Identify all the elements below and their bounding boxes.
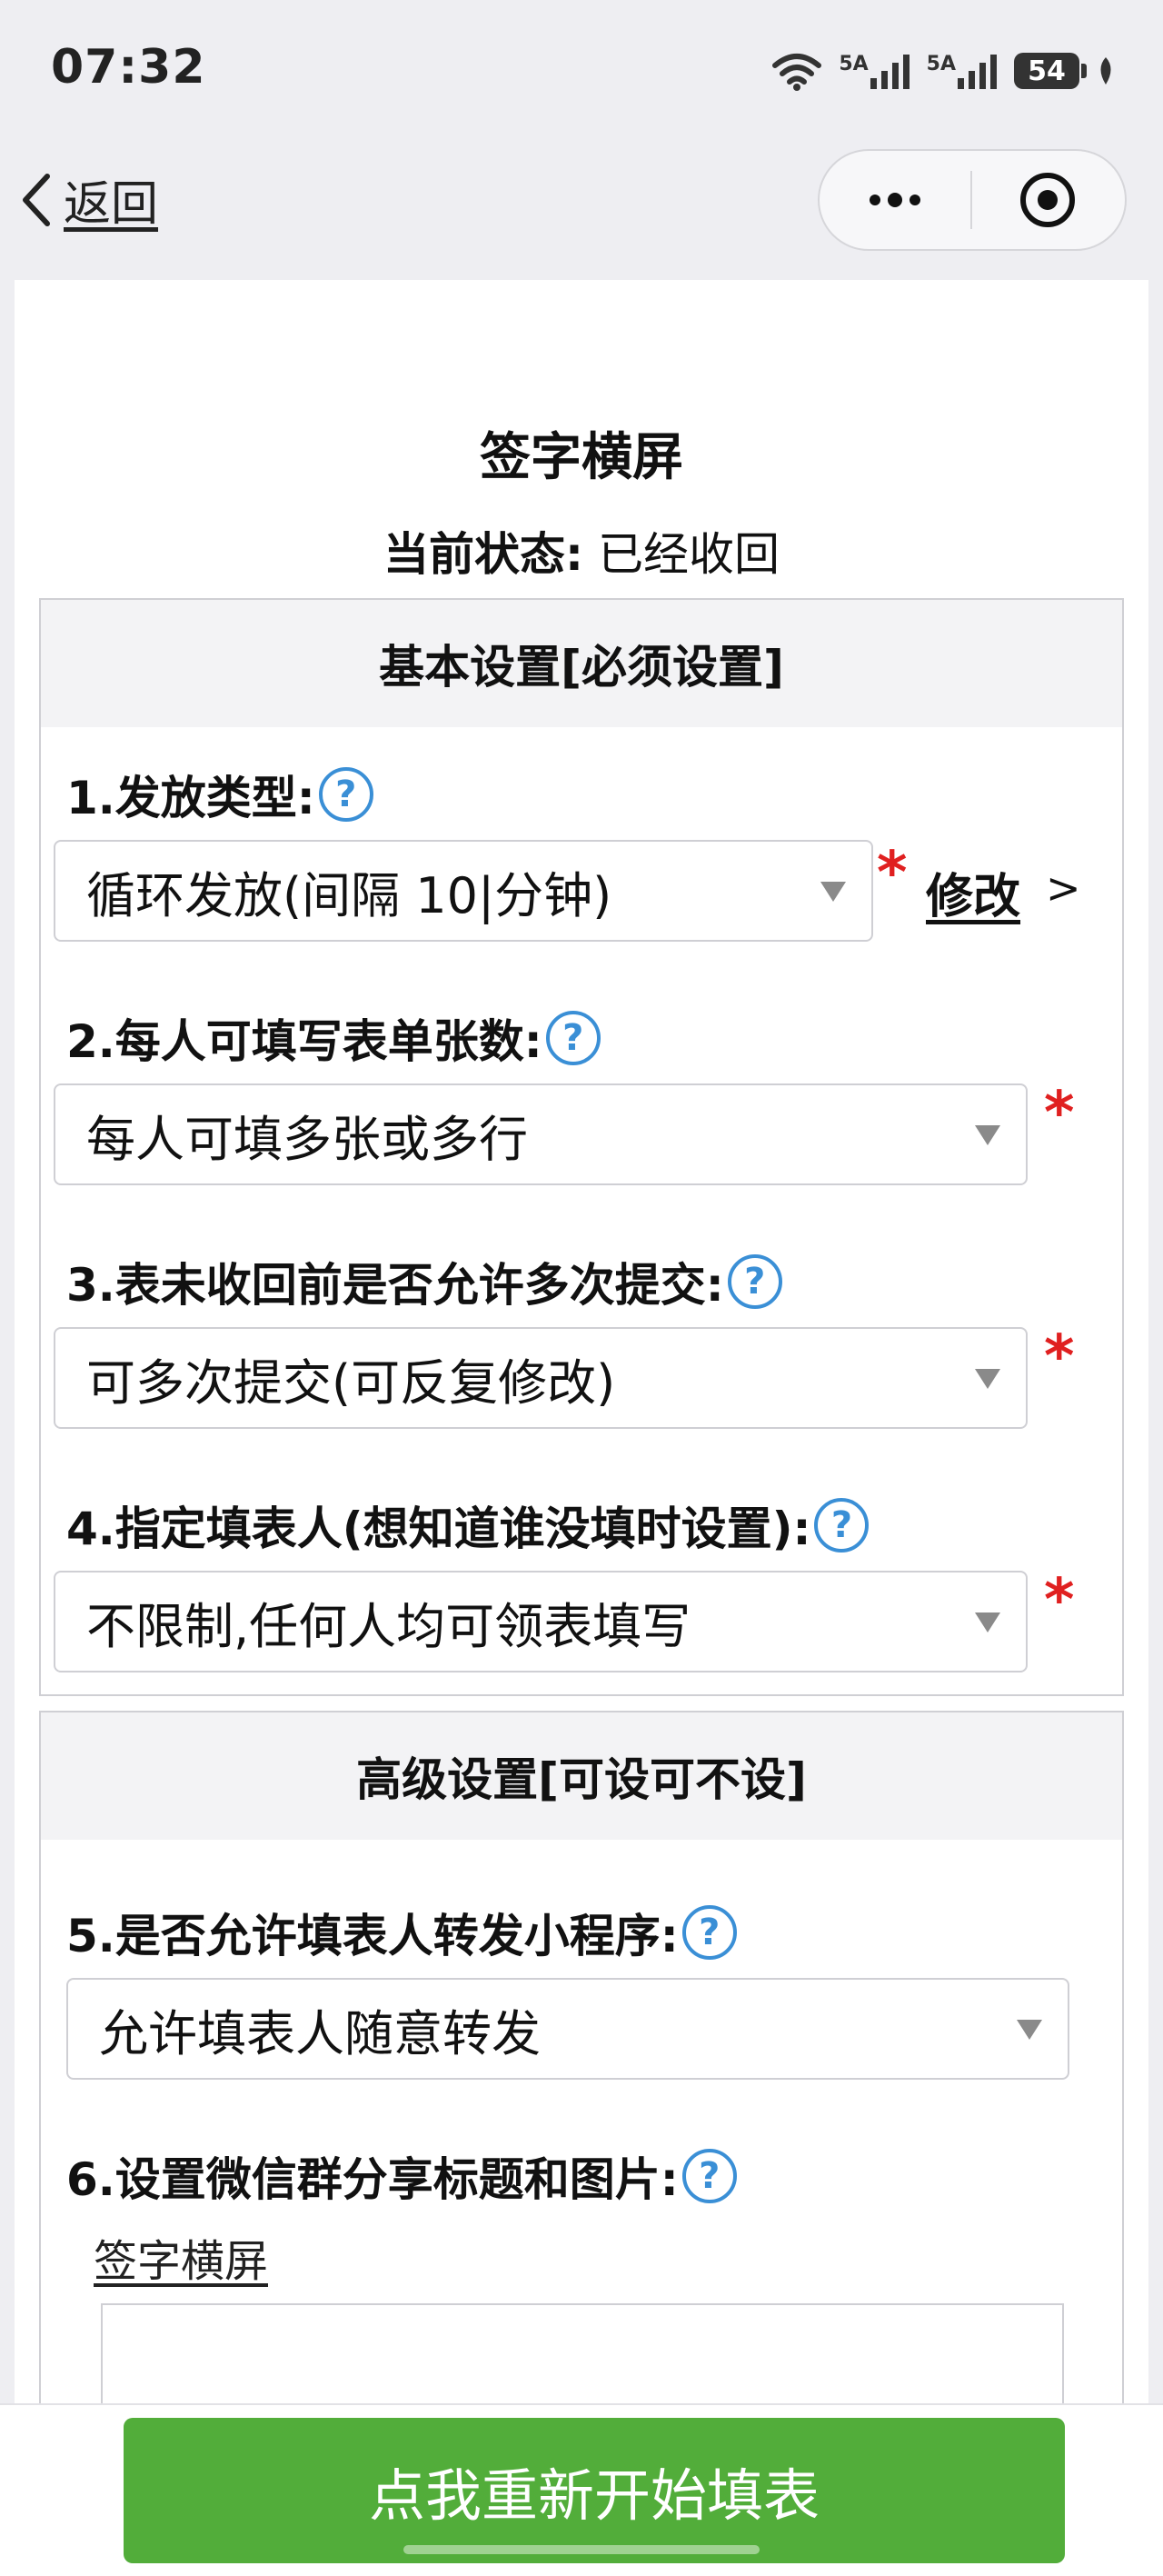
designated-filler-value: 不限制,任何人均可领表填写 [86,1597,691,1655]
status-icons: 5A 5A 54 [771,44,1116,98]
help-icon[interactable]: ? [545,1011,601,1065]
multiple-submit-value: 可多次提交(可反复修改) [86,1353,616,1412]
dropdown-arrow-icon [975,1369,1000,1389]
share-image-box[interactable] [101,2303,1064,2412]
miniprogram-capsule [818,149,1127,251]
network-type-2: 5A [926,53,956,75]
bottom-action-bar: 点我重新开始填表 [0,2403,1163,2576]
q6-label: 6.设置微信群分享标题和图片: ? [66,2143,737,2209]
chevron-left-icon [23,173,50,226]
q4-label-text: 4.指定填表人(想知道谁没填时设置): [66,1503,811,1555]
q1-label: 1.发放类型: ? [66,762,373,827]
back-label: 返回 [64,177,159,232]
help-icon[interactable]: ? [727,1254,782,1309]
battery-icon: 54 [1014,53,1087,89]
modify-link[interactable]: 修改 [926,858,1020,926]
modify-arrow: > [1046,864,1081,913]
status-value: 已经收回 [597,528,780,581]
forms-per-person-select[interactable]: 每人可填多张或多行 [54,1083,1028,1185]
required-marker: * [1044,1080,1075,1147]
wifi-icon [772,54,822,91]
q2-label-text: 2.每人可填写表单张数: [66,1015,542,1068]
dropdown-arrow-icon [975,1612,1000,1632]
help-icon[interactable]: ? [681,2149,737,2203]
signal-2-icon: 5A [927,53,998,89]
restart-form-button[interactable]: 点我重新开始填表 [124,2418,1065,2563]
distribution-type-value: 循环发放(间隔 10|分钟) [86,866,612,924]
q2-label: 2.每人可填写表单张数: ? [66,1005,601,1071]
back-button[interactable]: 返回 [18,165,158,234]
close-miniprogram-button[interactable] [972,151,1123,249]
page-title: 签字横屏 [480,428,683,487]
required-marker: * [877,840,908,907]
dropdown-arrow-icon [975,1125,1000,1145]
forward-permission-value: 允许填表人随意转发 [99,2004,541,2062]
help-icon[interactable]: ? [318,767,373,822]
status-time: 07:32 [51,40,206,95]
basic-settings-header: 基本设置[必须设置] [41,600,1122,727]
network-type-1: 5A [839,53,869,75]
q6-label-text: 6.设置微信群分享标题和图片: [66,2153,679,2206]
more-dots-icon [870,193,920,207]
forms-per-person-value: 每人可填多张或多行 [86,1110,528,1168]
target-icon [1020,173,1075,227]
q5-label-text: 5.是否允许填表人转发小程序: [66,1910,679,1962]
q3-label: 3.表未收回前是否允许多次提交: ? [66,1249,782,1314]
designated-filler-select[interactable]: 不限制,任何人均可领表填写 [54,1571,1028,1672]
form-settings-card: 签字横屏 当前状态: 已经收回 基本设置[必须设置] 1.发放类型: ? 循环发… [15,280,1148,2529]
home-indicator [403,2545,760,2554]
q4-label: 4.指定填表人(想知道谁没填时设置): ? [66,1493,870,1558]
basic-settings-section: 基本设置[必须设置] 1.发放类型: ? 循环发放(间隔 10|分钟) * 修改… [39,598,1124,1696]
dropdown-arrow-icon [1017,2020,1042,2040]
leaf-icon [1100,57,1111,85]
help-icon[interactable]: ? [681,1905,737,1960]
advanced-settings-header: 高级设置[可设可不设] [41,1712,1122,1840]
signal-1-icon: 5A [839,53,910,89]
status-bar: 07:32 5A 5A 54 [0,0,1163,145]
dropdown-arrow-icon [820,882,846,902]
required-marker: * [1044,1323,1075,1391]
share-title-link[interactable]: 签字横屏 [94,2225,268,2289]
more-button[interactable] [820,151,970,249]
q5-label: 5.是否允许填表人转发小程序: ? [66,1900,737,1965]
required-marker: * [1044,1567,1075,1634]
forward-permission-select[interactable]: 允许填表人随意转发 [66,1978,1069,2080]
multiple-submit-select[interactable]: 可多次提交(可反复修改) [54,1327,1028,1429]
form-status: 当前状态: 已经收回 [15,518,1148,584]
nav-bar: 返回 [0,145,1163,280]
battery-level: 54 [1028,55,1066,87]
q1-label-text: 1.发放类型: [66,772,315,824]
help-icon[interactable]: ? [814,1498,870,1553]
q3-label-text: 3.表未收回前是否允许多次提交: [66,1259,724,1312]
distribution-type-select[interactable]: 循环发放(间隔 10|分钟) [54,840,873,942]
status-label: 当前状态: [383,528,584,581]
